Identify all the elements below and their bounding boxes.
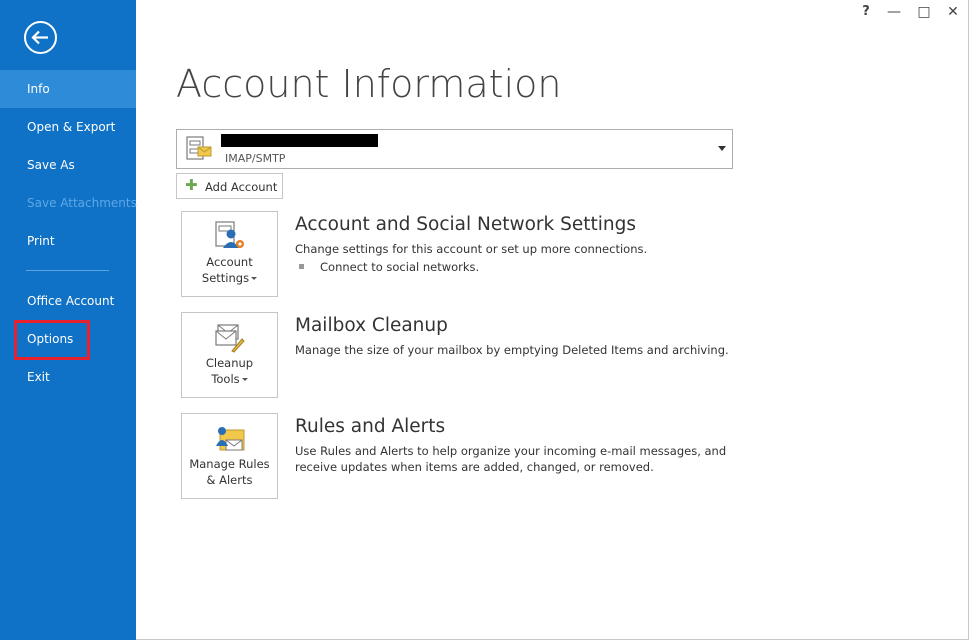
connect-social-link[interactable]: Connect to social networks. <box>320 260 479 274</box>
section-title-account-settings: Account and Social Network Settings <box>295 214 636 235</box>
minimize-button[interactable]: — <box>883 4 905 20</box>
add-account-label: Add Account <box>205 180 278 194</box>
page-title: Account Information <box>176 62 562 106</box>
options-highlight-box <box>14 320 90 360</box>
nav-office-account[interactable]: Office Account <box>0 282 136 320</box>
bullet-icon <box>299 264 304 269</box>
nav-exit[interactable]: Exit <box>0 358 136 396</box>
close-button[interactable]: ✕ <box>942 4 964 20</box>
nav-open-export[interactable]: Open & Export <box>0 108 136 146</box>
section-desc-account-settings: Change settings for this account or set … <box>295 242 648 256</box>
account-settings-icon <box>215 221 244 248</box>
tile-label-line1: Cleanup <box>205 356 254 370</box>
backstage-sidebar: Info Open & Export Save As Save Attachme… <box>0 0 137 640</box>
account-settings-button[interactable]: Account Settings <box>181 211 278 297</box>
account-selector[interactable]: IMAP/SMTP <box>176 129 733 169</box>
rules-alerts-icon <box>216 427 245 451</box>
section-title-mailbox-cleanup: Mailbox Cleanup <box>295 315 448 336</box>
section-desc-mailbox-cleanup: Manage the size of your mailbox by empty… <box>295 343 729 357</box>
nav-save-attachments: Save Attachments <box>27 196 137 210</box>
manage-rules-alerts-button[interactable]: Manage Rules & Alerts <box>181 413 278 499</box>
caret-down-icon <box>251 277 258 280</box>
email-account-icon <box>186 136 212 160</box>
nav-separator <box>26 270 109 271</box>
help-button[interactable]: ? <box>855 4 877 19</box>
tile-label-line2: & Alerts <box>206 473 253 487</box>
section-desc-rules-alerts: Use Rules and Alerts to help organize yo… <box>295 444 727 474</box>
dropdown-arrow-icon <box>718 146 726 151</box>
maximize-button[interactable]: □ <box>913 4 935 20</box>
tile-label-line2: Settings <box>201 271 250 285</box>
cleanup-tools-button[interactable]: Cleanup Tools <box>181 312 278 398</box>
tile-label-line1: Manage Rules <box>189 457 270 471</box>
tile-label-line1: Account <box>206 255 253 269</box>
cleanup-tools-icon <box>215 324 245 353</box>
nav-save-as[interactable]: Save As <box>0 146 136 184</box>
account-type: IMAP/SMTP <box>225 152 286 165</box>
plus-icon: ✚ <box>185 176 198 194</box>
section-title-rules-alerts: Rules and Alerts <box>295 416 446 437</box>
account-email-redacted <box>221 134 378 147</box>
caret-down-icon <box>241 378 248 381</box>
add-account-button[interactable]: ✚ Add Account <box>176 173 283 199</box>
tile-label-line2: Tools <box>211 372 240 386</box>
nav-print[interactable]: Print <box>0 222 136 260</box>
back-arrow-icon[interactable] <box>23 20 58 55</box>
nav-info[interactable]: Info <box>0 70 136 108</box>
